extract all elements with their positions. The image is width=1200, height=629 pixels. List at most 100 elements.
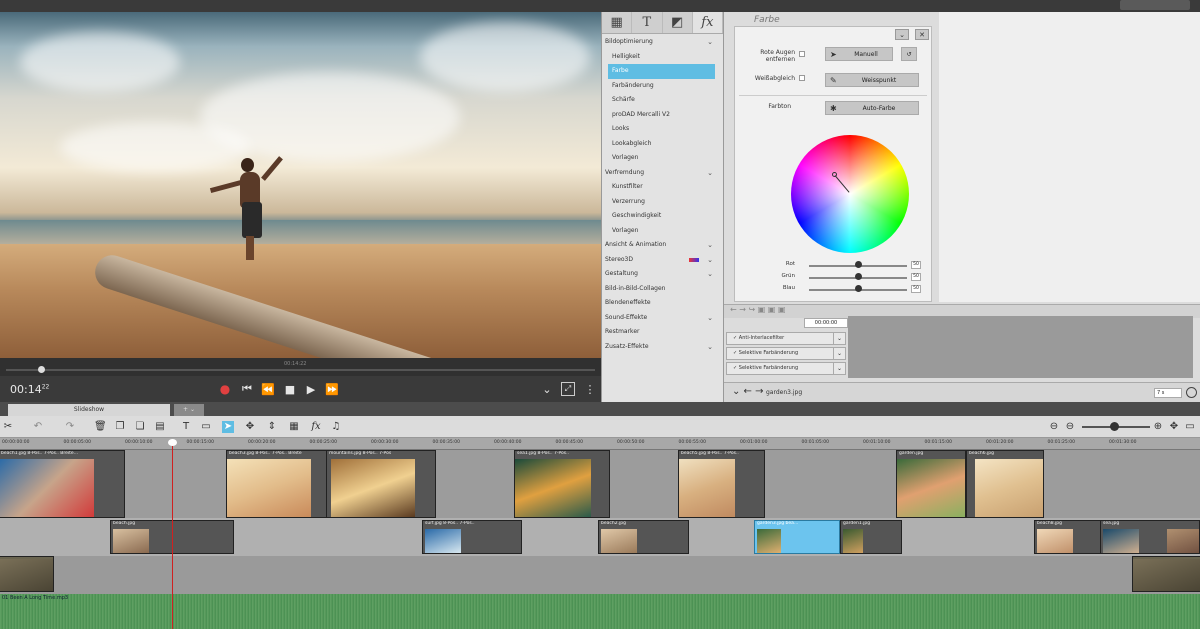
trash-icon[interactable]: 🗑 — [94, 421, 107, 433]
effects-item[interactable]: Farbe — [608, 64, 715, 79]
slider-value[interactable]: 50 — [911, 273, 921, 281]
timeline-clip[interactable] — [1132, 556, 1200, 592]
split-icon[interactable]: ⇕ — [266, 421, 278, 433]
effects-category[interactable]: Sound-Effekte ⌄ — [602, 311, 723, 326]
tab-templates[interactable]: ▦ — [602, 12, 633, 33]
zoom-knob[interactable] — [1110, 422, 1119, 431]
slider-knob[interactable] — [855, 285, 862, 292]
fx-icon[interactable]: fx — [310, 421, 322, 433]
timeline-clip[interactable]: sea.jpg — [1100, 520, 1200, 554]
zoom-in-icon[interactable]: ⊕ — [1152, 421, 1164, 433]
preview-monitor[interactable] — [0, 12, 601, 358]
zoom-out-icon[interactable]: ⊖ — [1048, 421, 1060, 433]
slider-green[interactable]: Grün 50 — [765, 273, 935, 283]
effects-category[interactable]: Blendeneffekte — [602, 296, 723, 311]
chevron-down-icon[interactable]: ⌄ — [540, 382, 554, 396]
chevron-down-icon[interactable]: ⌄ — [833, 333, 845, 344]
effects-category[interactable]: Gestaltung ⌄ — [602, 267, 723, 282]
keyframe-track[interactable] — [848, 316, 1193, 378]
monitor-icon[interactable]: ▭ — [1184, 421, 1196, 433]
timeline-clip[interactable]: sea1.jpg 8-Pos.. 7-Pos.. — [514, 450, 610, 518]
zoom-out-icon[interactable]: ⊖ — [1064, 421, 1076, 433]
timeline-clip-selected[interactable]: garden3.jpg bea… — [754, 520, 840, 554]
effects-category[interactable]: Bildoptimierung ⌄ — [602, 35, 723, 50]
stop-icon[interactable]: ■ — [283, 382, 297, 396]
effects-item[interactable]: Geschwindigkeit — [602, 209, 723, 224]
white-point-button[interactable]: ✎ Weisspunkt — [825, 73, 919, 87]
auto-color-button[interactable]: ✱ Auto-Farbe — [825, 101, 919, 115]
chevron-down-icon[interactable]: ⌄ — [707, 253, 713, 268]
video-track-3[interactable] — [0, 556, 1200, 594]
effects-category[interactable]: Zusatz-Effekte ⌄ — [602, 340, 723, 355]
play-icon[interactable]: ▶ — [304, 382, 318, 396]
window-control[interactable] — [1120, 0, 1190, 10]
effects-item[interactable]: Kunstfilter — [602, 180, 723, 195]
clip-duration[interactable]: 7 s — [1154, 388, 1182, 398]
chevron-down-icon[interactable]: ⌄ — [707, 238, 713, 253]
timeline-clip[interactable]: beach1.jpg 8-Pos.. 7-Pos.. Breite… — [0, 450, 125, 518]
effects-category[interactable]: Stereo3D ⌄ — [602, 253, 723, 268]
timeline-clip[interactable] — [0, 556, 54, 592]
tab-transitions[interactable]: ◩ — [663, 12, 693, 33]
timeline-ruler[interactable]: 00:00:00:00 00:00:05:00 00:00:10:00 00:00:1… — [0, 438, 1200, 450]
slider-knob[interactable] — [855, 273, 862, 280]
timeline-clip[interactable]: beach6.jpg — [966, 450, 1044, 518]
chevron-down-icon[interactable]: ⌄ — [707, 166, 713, 181]
keyframe-row[interactable]: ✓ Selektive Farbänderung ⌄ — [726, 362, 846, 375]
effects-item[interactable]: proDAD Mercalli V2 — [602, 108, 723, 123]
scissors-icon[interactable]: ✂ — [2, 421, 14, 433]
clip-nav-icon[interactable]: ⌄ ← → — [732, 386, 764, 397]
playhead[interactable] — [172, 442, 173, 629]
record-button[interactable]: ● — [218, 382, 232, 396]
keyframe-row[interactable]: ✓ Selektive Farbänderung ⌄ — [726, 347, 846, 360]
effects-category[interactable]: Ansicht & Animation ⌄ — [602, 238, 723, 253]
undo-icon[interactable]: ↶ — [32, 421, 44, 433]
timeline-clip[interactable]: surf.jpg 8-Pos.. 7-Pos.. — [422, 520, 522, 554]
color-wheel[interactable] — [791, 135, 909, 253]
grid-icon[interactable]: ▦ — [288, 421, 300, 433]
effects-item[interactable]: Helligkeit — [602, 50, 723, 65]
title-icon[interactable]: T — [180, 421, 192, 433]
add-tab-button[interactable]: + ⌄ — [174, 404, 204, 416]
slider-blue[interactable]: Blau 50 — [765, 285, 935, 295]
effects-category[interactable]: Restmarker — [602, 325, 723, 340]
effects-item[interactable]: Schärfe — [602, 93, 723, 108]
tab-slideshow[interactable]: Slideshow — [8, 404, 170, 416]
zoom-fit-icon[interactable]: ✥ — [1168, 421, 1180, 433]
tab-effects[interactable]: fx — [692, 12, 723, 33]
fullscreen-icon[interactable]: ⤢ — [561, 382, 575, 396]
slider-value[interactable]: 50 — [911, 285, 921, 293]
keyframe-time[interactable]: 00:00:00 — [804, 318, 848, 328]
effects-item[interactable]: Looks — [602, 122, 723, 137]
skip-start-icon[interactable]: ⏮ — [240, 382, 254, 396]
pointer-icon[interactable]: ➤ — [222, 421, 234, 433]
red-eye-checkbox[interactable] — [799, 51, 805, 57]
collapse-icon[interactable]: ⌄ — [895, 29, 909, 40]
effects-item[interactable]: Farbänderung — [602, 79, 723, 94]
effects-item[interactable]: Vorlagen — [602, 151, 723, 166]
chevron-down-icon[interactable]: ⌄ — [833, 363, 845, 374]
keyframe-row[interactable]: ✓ Anti-Interlacefilter ⌄ — [726, 332, 846, 345]
effects-item[interactable]: Lookabgleich — [602, 137, 723, 152]
timeline-clip[interactable]: mountains.jpg 8-Pos.. 7-Pos — [326, 450, 436, 518]
timeline-clip[interactable]: beach5.jpg 8-Pos.. 7-Pos.. — [678, 450, 765, 518]
rewind-icon[interactable]: ⏪ — [261, 382, 275, 396]
timeline-clip[interactable]: garden1.jpg — [840, 520, 902, 554]
playhead-handle[interactable] — [168, 439, 177, 446]
manual-button[interactable]: ➤ Manuell — [825, 47, 893, 61]
timeline-clip[interactable]: garden.jpg — [896, 450, 966, 518]
effects-item[interactable]: Verzerrung — [602, 195, 723, 210]
chevron-down-icon[interactable]: ⌄ — [707, 35, 713, 50]
audio-track[interactable]: 01 Been A Long Time.mp3 — [0, 594, 1200, 629]
chevron-down-icon[interactable]: ⌄ — [833, 348, 845, 359]
preview-scrubber[interactable]: 00:14:22 — [0, 358, 601, 376]
tab-titles[interactable]: T — [632, 12, 663, 33]
effects-item[interactable]: Vorlagen — [602, 224, 723, 239]
close-icon[interactable]: ✕ — [915, 29, 929, 40]
slider-value[interactable]: 50 — [911, 261, 921, 269]
audio-icon[interactable]: ♫ — [330, 421, 342, 433]
chevron-down-icon[interactable]: ⌄ — [707, 267, 713, 282]
timeline-clip[interactable]: beach2.jpg — [598, 520, 689, 554]
effects-category[interactable]: Verfremdung ⌄ — [602, 166, 723, 181]
effects-category[interactable]: Bild-in-Bild-Collagen — [602, 282, 723, 297]
